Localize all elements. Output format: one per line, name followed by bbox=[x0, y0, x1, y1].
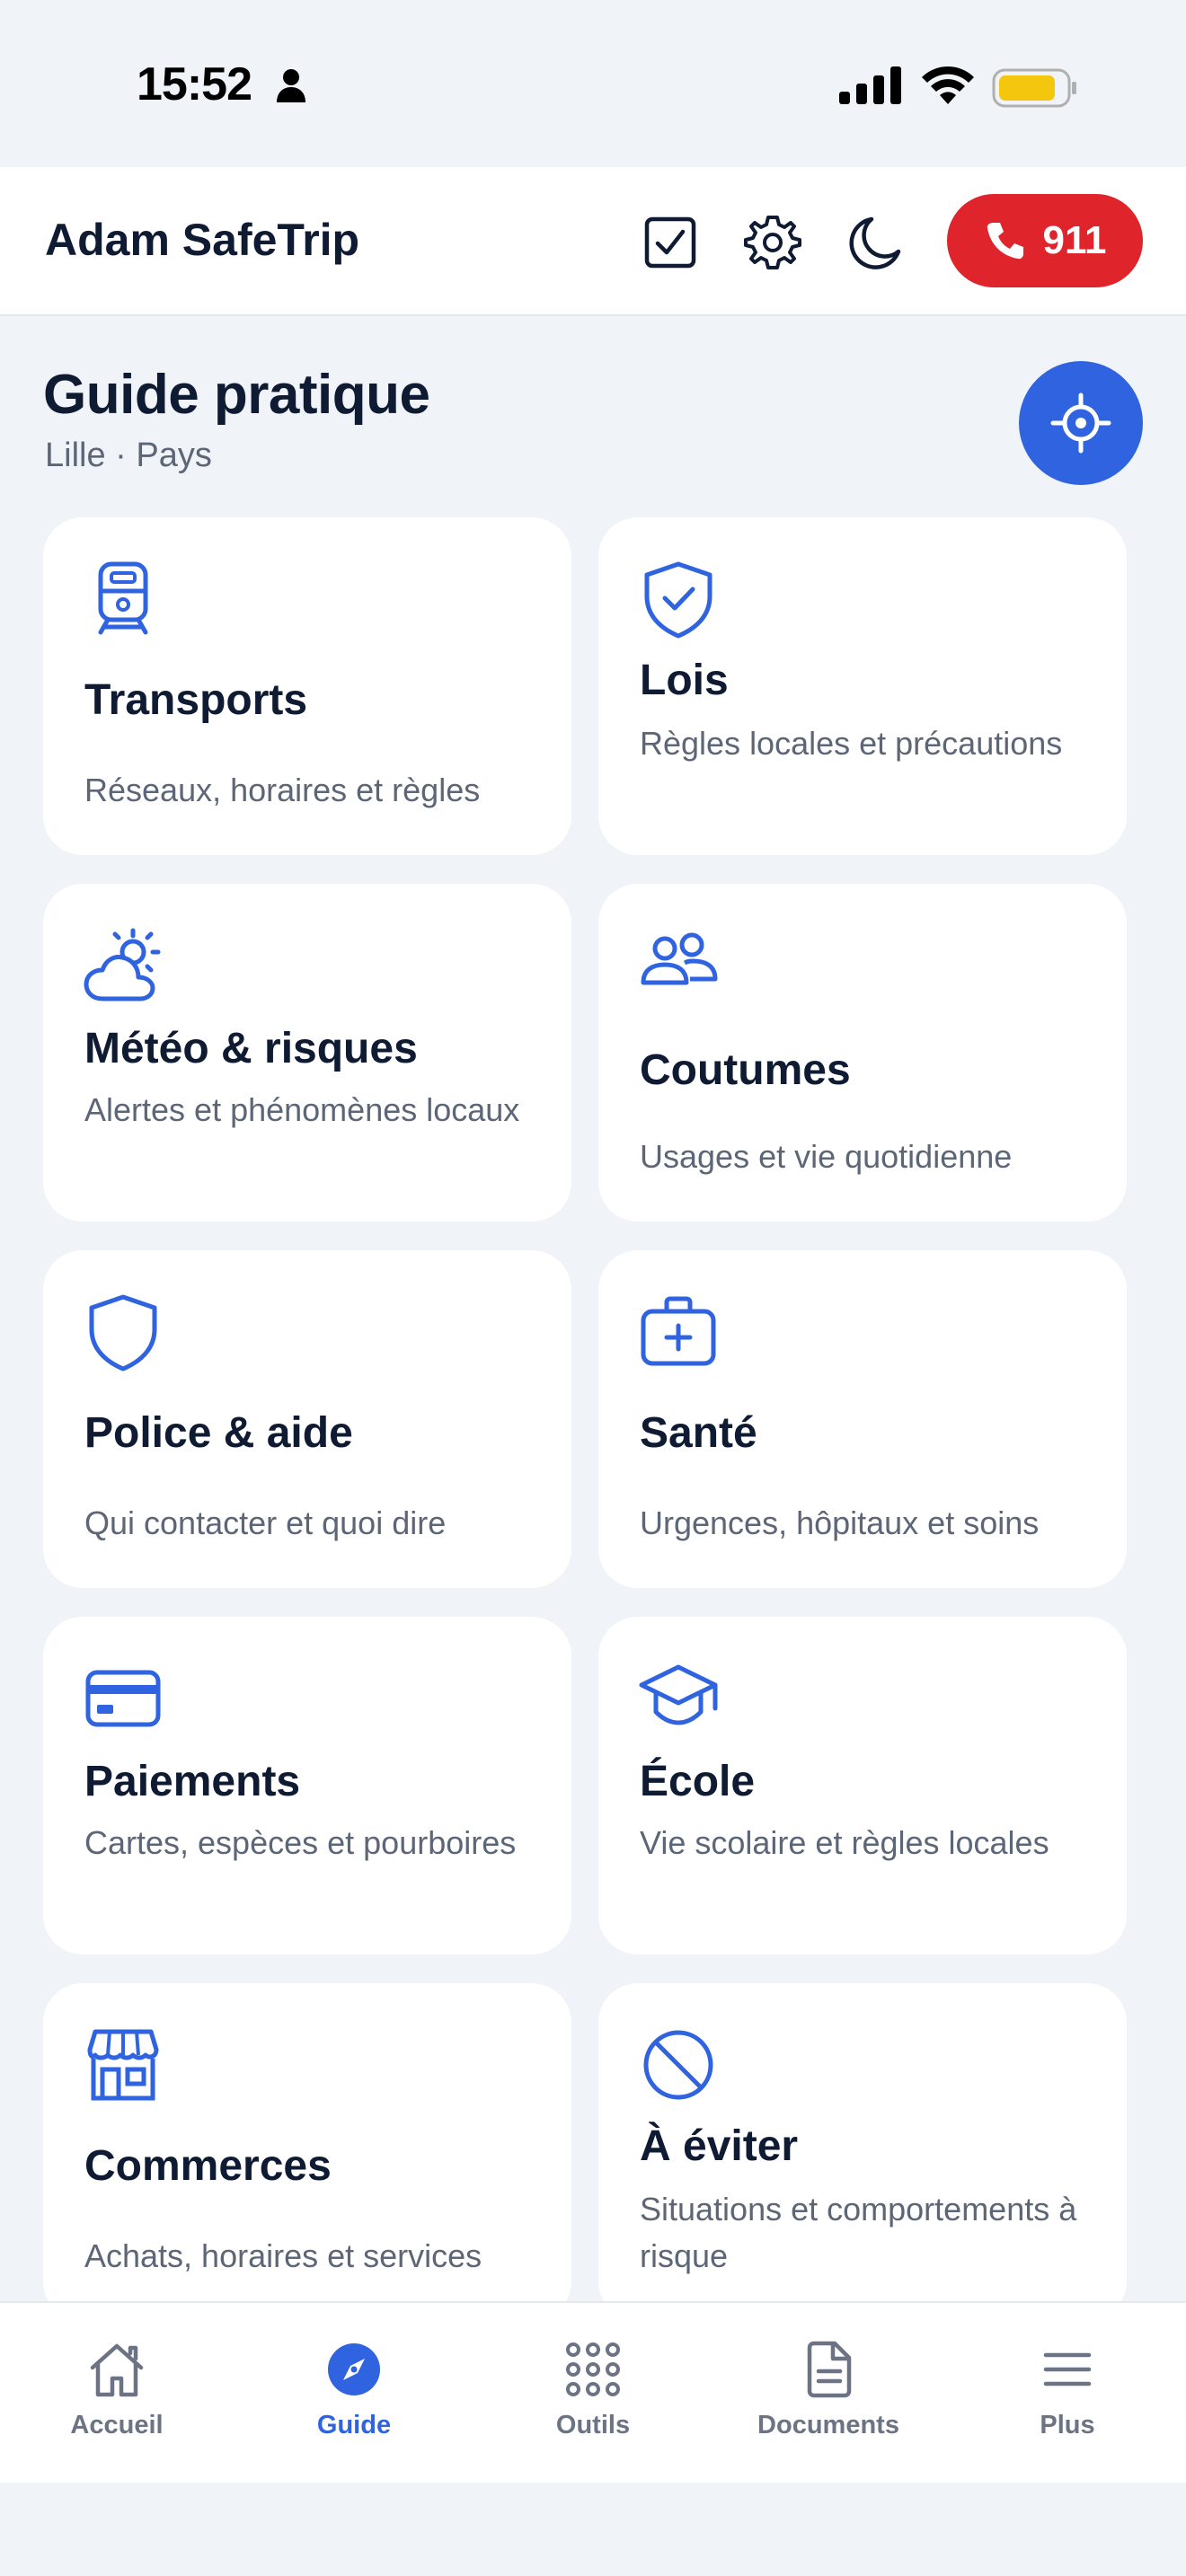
card-paiements[interactable]: Paiements Cartes, espèces et pourboires bbox=[43, 1617, 571, 1954]
card-title: Lois bbox=[640, 657, 729, 704]
grid-dots-icon bbox=[566, 2342, 620, 2396]
credit-card-icon bbox=[85, 1670, 161, 1727]
card-police[interactable]: Police & aide Qui contacter et quoi dire bbox=[43, 1250, 571, 1588]
nav-label: Guide bbox=[316, 2411, 392, 2439]
card-description: Cartes, espèces et pourboires bbox=[84, 1824, 517, 1861]
cellular-signal-icon bbox=[839, 66, 901, 104]
people-icon bbox=[641, 932, 718, 985]
person-icon bbox=[277, 69, 305, 102]
card-description: Vie scolaire et règles locales bbox=[640, 1824, 1049, 1861]
prohibited-icon bbox=[643, 2030, 713, 2100]
page-title: Guide pratique bbox=[43, 364, 430, 426]
shield-icon bbox=[89, 1294, 157, 1372]
medical-kit-icon bbox=[641, 1296, 716, 1366]
emergency-call-label: 911 bbox=[1042, 218, 1107, 262]
card-meteo[interactable]: Météo & risques Alertes et phénomènes lo… bbox=[43, 884, 571, 1222]
wifi-icon bbox=[922, 66, 974, 104]
compass-icon bbox=[328, 2343, 380, 2395]
card-title: Santé bbox=[640, 1409, 757, 1457]
card-description: Achats, horaires et services bbox=[84, 2237, 482, 2274]
card-title: Commerces bbox=[84, 2142, 332, 2190]
card-coutumes[interactable]: Coutumes Usages et vie quotidienne bbox=[598, 884, 1127, 1222]
card-title: À éviter bbox=[640, 2122, 799, 2170]
locate-button[interactable] bbox=[1019, 361, 1143, 485]
cloud-sun-icon bbox=[84, 928, 161, 1001]
nav-accueil[interactable]: Accueil bbox=[18, 2303, 216, 2484]
card-title: Météo & risques bbox=[84, 1025, 418, 1072]
home-indicator-area bbox=[0, 2483, 1186, 2576]
emergency-call-button[interactable]: 911 bbox=[947, 194, 1143, 287]
nav-label: Plus bbox=[1040, 2411, 1095, 2439]
card-transports[interactable]: Transports Réseaux, horaires et règles bbox=[43, 517, 571, 855]
card-title: Transports bbox=[84, 676, 308, 724]
status-bar: 15:52 bbox=[0, 0, 1186, 167]
card-description: Qui contacter et quoi dire bbox=[84, 1504, 447, 1541]
card-commerces[interactable]: Commerces Achats, horaires et services bbox=[43, 1983, 571, 2321]
phone-icon bbox=[987, 223, 1023, 260]
card-lois[interactable]: Lois Règles locales et précautions bbox=[598, 517, 1127, 855]
card-description: Règles locales et précautions bbox=[640, 725, 1063, 762]
card-title: Coutumes bbox=[640, 1046, 851, 1094]
graduation-cap-icon bbox=[639, 1664, 718, 1725]
nav-plus[interactable]: Plus bbox=[969, 2303, 1166, 2484]
nav-guide[interactable]: Guide bbox=[255, 2303, 453, 2484]
checklist-icon[interactable] bbox=[640, 212, 701, 273]
nav-label: Documents bbox=[757, 2411, 899, 2439]
card-title: École bbox=[640, 1758, 756, 1805]
nav-outils[interactable]: Outils bbox=[494, 2303, 692, 2484]
card-title: Paiements bbox=[84, 1758, 301, 1805]
crosshair-icon bbox=[1050, 393, 1111, 454]
menu-icon bbox=[1043, 2352, 1092, 2386]
battery-icon bbox=[992, 68, 1076, 108]
nav-label: Outils bbox=[555, 2411, 631, 2439]
card-ecole[interactable]: École Vie scolaire et règles locales bbox=[598, 1617, 1127, 1954]
page-subtitle: Lille · Pays bbox=[45, 437, 212, 474]
nav-label: Accueil bbox=[70, 2411, 164, 2439]
store-icon bbox=[87, 2029, 159, 2101]
card-a-eviter[interactable]: À éviter Situations et comportements à r… bbox=[598, 1983, 1127, 2321]
card-description: Urgences, hôpitaux et soins bbox=[640, 1504, 1040, 1541]
gear-icon[interactable] bbox=[742, 212, 803, 273]
status-time: 15:52 bbox=[137, 58, 252, 110]
nav-documents[interactable]: Documents bbox=[730, 2303, 927, 2484]
app-header: Adam SafeTrip 911 bbox=[0, 167, 1186, 316]
card-sante[interactable]: Santé Urgences, hôpitaux et soins bbox=[598, 1250, 1127, 1588]
home-icon bbox=[90, 2343, 144, 2397]
app-title: Adam SafeTrip bbox=[45, 215, 360, 265]
bottom-nav: Accueil Guide Outils Documents Plus bbox=[0, 2301, 1186, 2483]
shield-check-icon bbox=[644, 561, 712, 639]
document-icon bbox=[807, 2341, 852, 2398]
card-description: Situations et comportements à risque bbox=[640, 2191, 1077, 2274]
card-description: Réseaux, horaires et règles bbox=[84, 772, 481, 808]
train-icon bbox=[98, 561, 148, 635]
card-description: Usages et vie quotidienne bbox=[640, 1138, 1013, 1175]
card-title: Police & aide bbox=[84, 1409, 353, 1457]
moon-icon[interactable] bbox=[845, 212, 906, 273]
card-description: Alertes et phénomènes locaux bbox=[84, 1091, 520, 1128]
